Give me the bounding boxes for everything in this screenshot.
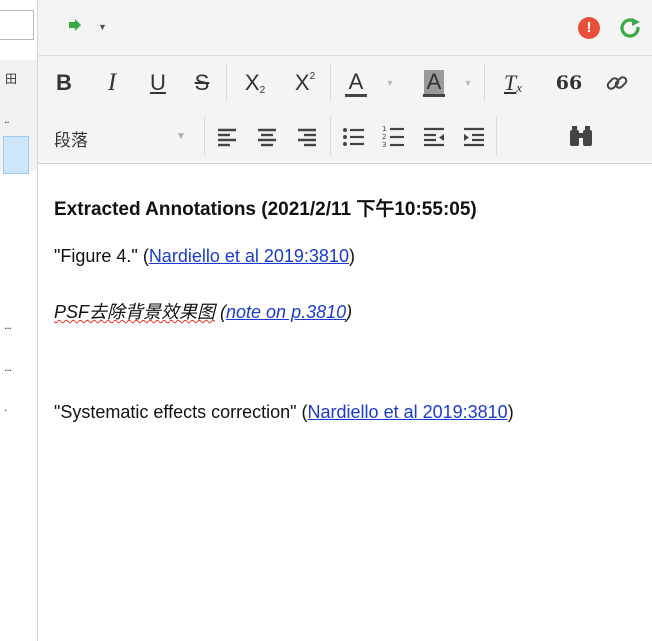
alert-icon[interactable]: ! — [578, 17, 600, 39]
left-item-dots: .. — [4, 112, 10, 126]
highlight-caret-icon[interactable]: ▼ — [462, 66, 474, 100]
left-item-dots: . — [4, 400, 8, 414]
numbered-list-icon[interactable]: 123 — [382, 124, 406, 150]
italic-button[interactable]: I — [100, 66, 124, 100]
align-right-icon[interactable] — [296, 126, 318, 148]
annotation-comment: PSF去除背景效果图 — [54, 302, 216, 322]
note-page-link[interactable]: note on p.3810 — [226, 302, 346, 322]
paragraph-format-caret-icon[interactable]: ▼ — [176, 131, 186, 142]
svg-text:2: 2 — [382, 133, 386, 141]
refresh-icon[interactable] — [618, 16, 652, 40]
text-color-button[interactable]: A — [340, 66, 372, 100]
text-color-caret-icon[interactable]: ▼ — [384, 66, 396, 100]
svg-text:3: 3 — [382, 141, 386, 149]
note-header-bar: ▼ ! — [38, 0, 652, 56]
left-selected-item[interactable] — [3, 136, 29, 174]
note-heading: Extracted Annotations (2021/2/11 下午10:55… — [54, 199, 477, 220]
annotation-close: ) — [348, 246, 355, 266]
left-search-input[interactable] — [0, 10, 34, 40]
paragraph-format-select[interactable]: 段落 — [54, 126, 88, 151]
left-pane: 田 .. ... ... . — [0, 0, 38, 641]
blockquote-button[interactable]: 66 — [554, 66, 584, 100]
citation-link[interactable]: Nardiello et al 2019:3810 — [149, 246, 349, 266]
outdent-icon[interactable] — [422, 126, 446, 148]
annotation-quote: "Systematic effects correction" ( — [54, 402, 308, 422]
left-item-dots: ... — [4, 318, 12, 332]
left-column-icon[interactable]: 田 — [5, 70, 17, 87]
citation-link[interactable]: Nardiello et al 2019:3810 — [308, 402, 508, 422]
annotation-quote: "Figure 4." ( — [54, 246, 149, 266]
align-left-icon[interactable] — [216, 126, 238, 148]
annotation-line: "Figure 4." (Nardiello et al 2019:3810) — [54, 246, 355, 267]
subscript-button[interactable]: X2 — [238, 66, 272, 100]
clear-format-button[interactable]: Tx — [496, 66, 530, 100]
align-center-icon[interactable] — [256, 126, 278, 148]
note-editor[interactable]: Extracted Annotations (2021/2/11 下午10:55… — [38, 164, 652, 641]
svg-text:1: 1 — [382, 125, 386, 133]
annotation-close: ) — [507, 402, 514, 422]
format-toolbar: B I U S X2 X2 A ▼ A ▼ Tx 66 — [38, 56, 652, 112]
bullet-list-icon[interactable] — [342, 126, 366, 148]
find-icon[interactable] — [568, 124, 594, 150]
dropdown-caret-icon[interactable]: ▼ — [98, 22, 107, 32]
indent-icon[interactable] — [462, 126, 486, 148]
underline-button[interactable]: U — [146, 66, 170, 100]
left-item-dots: ... — [4, 360, 12, 374]
annotation-open: ( — [215, 302, 227, 322]
link-icon[interactable] — [604, 66, 630, 100]
paragraph-toolbar: 段落 ▼ 123 — [38, 112, 652, 164]
superscript-button[interactable]: X2 — [288, 66, 322, 100]
bold-button[interactable]: B — [52, 66, 76, 100]
strikethrough-button[interactable]: S — [190, 66, 214, 100]
highlight-color-button[interactable]: A — [418, 66, 450, 100]
annotation-line: PSF去除背景效果图 (note on p.3810) — [54, 298, 352, 324]
annotation-close: ) — [346, 302, 353, 322]
green-arrow-icon[interactable] — [68, 18, 82, 32]
annotation-line: "Systematic effects correction" (Nardiel… — [54, 402, 514, 423]
